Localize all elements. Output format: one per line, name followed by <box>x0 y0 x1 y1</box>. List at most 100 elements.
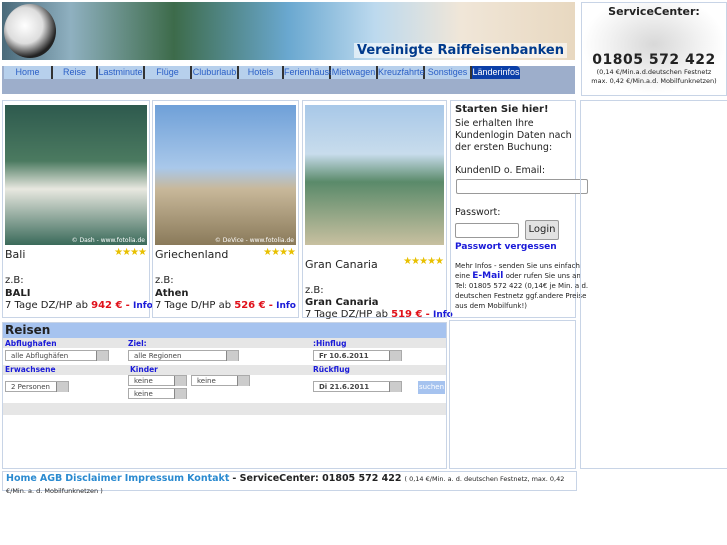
hinflug-label: :Hinflug <box>313 339 347 348</box>
servicecenter-note: (0,14 €/Min.a.d.deutschen Festnetz <box>596 68 712 76</box>
nav-laenderinfos[interactable]: Länderinfos <box>472 66 520 79</box>
footer-servicecenter: - ServiceCenter: 01805 572 422 <box>232 473 402 484</box>
rueckflug-value: Di 21.6.2011 <box>319 383 370 391</box>
servicecenter-box: ServiceCenter: 01805 572 422 (0,14 €/Min… <box>581 2 727 96</box>
kinder-select-1[interactable]: keine <box>128 375 187 386</box>
servicecenter-title: ServiceCenter: <box>608 5 700 18</box>
nav-fluege[interactable]: Flüge <box>145 66 192 79</box>
nav-sonstiges[interactable]: Sonstiges <box>425 66 472 79</box>
nav-lastminute[interactable]: Lastminute <box>98 66 145 79</box>
site-logo[interactable] <box>4 4 56 58</box>
kinder-select-2[interactable]: keine <box>191 375 250 386</box>
abflug-value: alle Abflughäfen <box>11 352 69 360</box>
footer-link-home[interactable]: Home <box>6 473 37 484</box>
hinflug-select[interactable]: Fr 10.6.2011 <box>313 350 402 361</box>
dropdown-arrow-icon <box>56 382 68 392</box>
erwachsene-value: 2 Personen <box>11 383 50 391</box>
offer-image[interactable] <box>305 105 444 245</box>
hinflug-value: Fr 10.6.2011 <box>319 352 369 360</box>
login-more-info: Mehr Infos - senden Sie uns einfach eine… <box>455 261 589 311</box>
offer-price: 519 € <box>391 309 423 320</box>
search-panel: Reisen Abflughafen alle Abflughäfen Ziel… <box>2 322 447 469</box>
abflug-select[interactable]: alle Abflughäfen <box>5 350 109 361</box>
nav-ferienhaeuser[interactable]: Ferienhäuser <box>284 66 337 79</box>
nav-kreuzfahrten[interactable]: Kreuzfahrten <box>378 66 430 79</box>
footer-link-disclaimer[interactable]: Disclaimer <box>65 473 121 484</box>
offer-price-line: 7 Tage D/HP ab 526 € - Info <box>155 299 296 313</box>
kinder-value: keine <box>197 377 216 385</box>
rueckflug-label: Rückflug <box>313 365 350 374</box>
offer-card-gran-canaria[interactable]: Gran Canaria ★★★★★ z.B: Gran Canaria 7 T… <box>302 100 453 320</box>
image-credit: © Dash - www.fotolia.de <box>71 237 145 244</box>
rueckflug-select[interactable]: Di 21.6.2011 <box>313 381 402 392</box>
kundenid-input[interactable] <box>456 179 588 194</box>
dropdown-arrow-icon <box>174 376 186 386</box>
offer-desc: 7 Tage D/HP ab <box>155 300 232 311</box>
info-link[interactable]: Info <box>276 301 296 311</box>
offer-title: Gran Canaria <box>305 258 378 271</box>
login-intro: Sie erhalten Ihre Kundenlogin Daten nach… <box>455 118 572 153</box>
ziel-select[interactable]: alle Regionen <box>128 350 239 361</box>
empty-panel <box>449 320 576 469</box>
footer-link-impressum[interactable]: Impressum <box>125 473 184 484</box>
offer-card-griechenland[interactable]: © DeVice - www.fotolia.de Griechenland ★… <box>152 100 299 318</box>
search-title: Reisen <box>3 323 446 338</box>
image-credit: © DeVice - www.fotolia.de <box>214 237 294 244</box>
footer: Home AGB Disclaimer Impressum Kontakt - … <box>2 471 577 495</box>
offer-card-bali[interactable]: © Dash - www.fotolia.de Bali ★★★★ z.B: B… <box>2 100 153 318</box>
separator: - <box>425 309 430 320</box>
kinder-value: keine <box>134 390 153 398</box>
nav-hotels[interactable]: Hotels <box>239 66 284 79</box>
ziel-value: alle Regionen <box>134 352 182 360</box>
star-rating: ★★★★★ <box>403 256 444 267</box>
row-stripe <box>3 338 446 348</box>
dropdown-arrow-icon <box>226 351 238 361</box>
separator: - <box>125 300 130 311</box>
offer-price-line: 7 Tage DZ/HP ab 942 € - Info <box>5 299 153 313</box>
offer-label: z.B: <box>5 275 24 286</box>
kinder-select-3[interactable]: keine <box>128 388 187 399</box>
servicecenter-phone: 01805 572 422 <box>592 52 716 68</box>
id-label: KundenID o. Email: <box>455 165 546 176</box>
offer-image[interactable]: © DeVice - www.fotolia.de <box>155 105 296 245</box>
star-rating: ★★★★ <box>263 247 296 258</box>
nav-mietwagen[interactable]: Mietwagen <box>331 66 378 79</box>
separator: - <box>268 300 273 311</box>
footer-link-kontakt[interactable]: Kontakt <box>187 473 229 484</box>
offer-desc: 7 Tage DZ/HP ab <box>5 300 88 311</box>
forgot-password-link[interactable]: Passwort vergessen <box>455 242 557 252</box>
dropdown-arrow-icon <box>237 376 249 386</box>
nav-home[interactable]: Home <box>4 66 53 79</box>
offer-desc: 7 Tage DZ/HP ab <box>305 309 388 320</box>
bank-logo: Vereinigte Raiffeisenbanken <box>354 43 567 58</box>
dropdown-arrow-icon <box>96 351 108 361</box>
erwachsene-select[interactable]: 2 Personen <box>5 381 69 392</box>
login-box: Starten Sie hier! Sie erhalten Ihre Kund… <box>450 100 588 318</box>
offer-image[interactable]: © Dash - www.fotolia.de <box>5 105 147 245</box>
password-label: Passwort: <box>455 207 501 218</box>
main-nav: Home Reise Lastminute Flüge Cluburlaub H… <box>2 66 575 94</box>
search-button[interactable]: suchen <box>418 381 445 394</box>
offer-price: 526 € <box>234 300 266 311</box>
login-title: Starten Sie hier! <box>455 104 549 115</box>
abflug-label: Abflughafen <box>5 339 57 348</box>
nav-cluburlaub[interactable]: Cluburlaub <box>192 66 239 79</box>
login-button[interactable]: Login <box>525 220 559 240</box>
offer-title: Bali <box>5 248 26 261</box>
offer-label: z.B: <box>155 275 174 286</box>
nav-reise[interactable]: Reise <box>53 66 98 79</box>
row-stripe <box>3 365 446 375</box>
kinder-value: keine <box>134 377 153 385</box>
footer-link-agb[interactable]: AGB <box>40 473 62 484</box>
password-input[interactable] <box>455 223 519 238</box>
header-banner: Vereinigte Raiffeisenbanken <box>2 2 575 60</box>
dropdown-arrow-icon <box>389 382 401 392</box>
offer-price: 942 € <box>91 300 123 311</box>
dropdown-arrow-icon <box>174 389 186 399</box>
email-link[interactable]: E-Mail <box>472 271 503 281</box>
kinder-label: Kinder <box>130 365 158 374</box>
star-rating: ★★★★ <box>114 247 147 258</box>
erwachsene-label: Erwachsene <box>5 365 56 374</box>
offer-title: Griechenland <box>155 248 229 261</box>
info-link[interactable]: Info <box>133 301 153 311</box>
